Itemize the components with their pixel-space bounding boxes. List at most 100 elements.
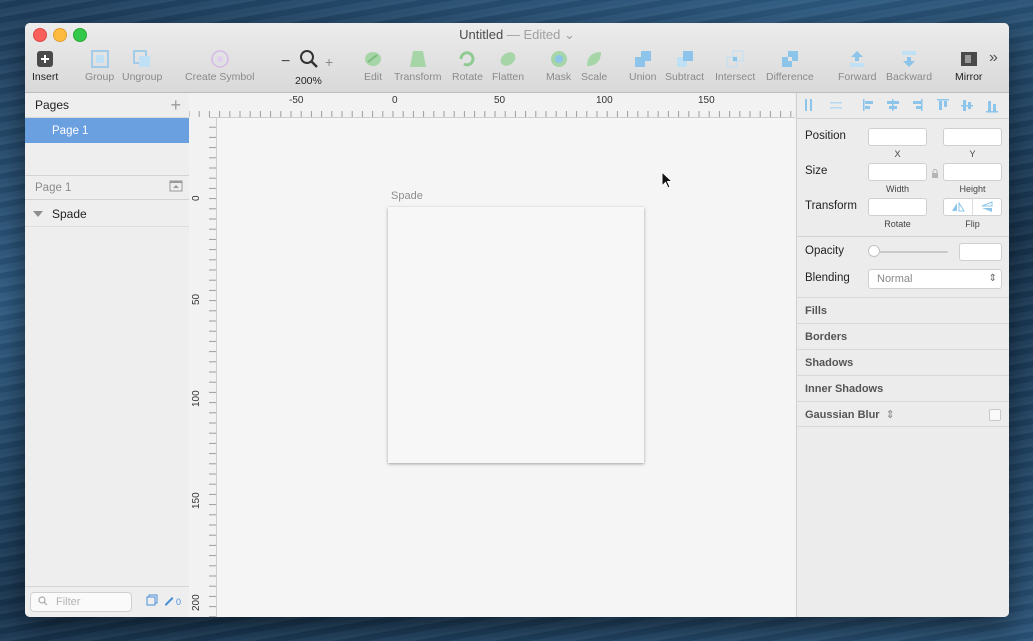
gaussian-blur-section[interactable]: Gaussian Blur ⇕ bbox=[797, 401, 1009, 427]
inspector-divider bbox=[797, 236, 1009, 237]
zoom-in-button[interactable]: + bbox=[325, 54, 333, 70]
x-field[interactable] bbox=[868, 128, 927, 146]
backward-icon bbox=[899, 49, 919, 69]
y-field[interactable] bbox=[943, 128, 1002, 146]
mirror-icon bbox=[959, 49, 979, 69]
fills-section[interactable]: Fills bbox=[797, 297, 1009, 323]
forward-button[interactable]: Forward bbox=[838, 49, 877, 83]
forward-label: Forward bbox=[838, 71, 877, 83]
layer-item[interactable]: Spade bbox=[25, 201, 189, 227]
page-item[interactable]: Page 1 bbox=[25, 118, 189, 143]
insert-icon bbox=[35, 49, 55, 69]
intersect-button[interactable]: Intersect bbox=[715, 49, 755, 83]
width-field[interactable] bbox=[868, 163, 927, 181]
scale-button[interactable]: Scale bbox=[581, 49, 607, 83]
ruler-label: 150 bbox=[698, 95, 715, 106]
lock-icon[interactable] bbox=[931, 166, 939, 184]
opacity-label: Opacity bbox=[805, 245, 844, 257]
opacity-slider-track[interactable] bbox=[872, 251, 948, 253]
height-field[interactable] bbox=[943, 163, 1002, 181]
y-label: Y bbox=[969, 149, 976, 159]
transform-label: Transform bbox=[805, 200, 857, 212]
subtract-button[interactable]: Subtract bbox=[665, 49, 704, 83]
zoom-out-button[interactable]: − bbox=[281, 53, 295, 71]
flip-vertical-icon[interactable] bbox=[973, 199, 1001, 215]
zoom-control: − + bbox=[281, 49, 333, 74]
scale-label: Scale bbox=[581, 71, 608, 83]
pages-layers-sidebar: Pages + Page 1 Page 1 Spade Filter 0 bbox=[25, 93, 190, 617]
gaussian-blur-checkbox[interactable] bbox=[989, 409, 1001, 421]
mask-icon bbox=[549, 49, 569, 69]
union-icon bbox=[633, 49, 653, 69]
rotate-label: Rotate bbox=[884, 219, 911, 229]
symbols-filter-icon[interactable] bbox=[146, 593, 159, 611]
document-name: Untitled bbox=[459, 27, 504, 42]
backward-button[interactable]: Backward bbox=[886, 49, 932, 83]
pages-header: Pages + bbox=[25, 93, 189, 118]
edited-count: 0 bbox=[176, 597, 182, 607]
borders-section[interactable]: Borders bbox=[797, 323, 1009, 349]
insert-button[interactable]: Insert bbox=[32, 49, 58, 83]
edit-icon bbox=[363, 49, 383, 69]
ruler-label: 200 bbox=[191, 594, 202, 611]
transform-button[interactable]: Transform bbox=[394, 49, 441, 83]
filter-input[interactable]: Filter bbox=[30, 592, 132, 612]
artboard[interactable] bbox=[388, 207, 644, 463]
union-button[interactable]: Union bbox=[629, 49, 656, 83]
flatten-button[interactable]: Flatten bbox=[492, 49, 524, 83]
inner-shadows-section[interactable]: Inner Shadows bbox=[797, 375, 1009, 401]
add-page-button[interactable]: + bbox=[170, 96, 181, 114]
current-page-label: Page 1 bbox=[35, 181, 72, 194]
group-icon bbox=[90, 49, 110, 69]
filter-bar: Filter 0 bbox=[25, 586, 189, 617]
top-ruler[interactable]: -50 0 50 100 150 bbox=[189, 93, 795, 118]
x-label: X bbox=[894, 149, 901, 159]
edited-layers-icon[interactable] bbox=[163, 593, 175, 611]
rotate-field[interactable] bbox=[868, 198, 927, 216]
shadows-section[interactable]: Shadows bbox=[797, 349, 1009, 375]
edit-button[interactable]: Edit bbox=[363, 49, 383, 83]
mirror-button[interactable]: Mirror bbox=[955, 49, 982, 83]
blending-value: Normal bbox=[877, 273, 913, 285]
insert-label: Insert bbox=[32, 71, 59, 83]
gaussian-blur-label: Gaussian Blur bbox=[805, 409, 880, 421]
ruler-label: 100 bbox=[596, 95, 613, 106]
ungroup-icon bbox=[132, 49, 152, 69]
canvas[interactable]: Spade bbox=[217, 118, 796, 617]
symbol-icon bbox=[210, 49, 230, 69]
rotate-button[interactable]: Rotate bbox=[452, 49, 483, 83]
artboard-title[interactable]: Spade bbox=[391, 190, 423, 202]
difference-icon bbox=[780, 49, 800, 69]
flatten-icon bbox=[498, 49, 518, 69]
subtract-icon bbox=[675, 49, 695, 69]
edit-label: Edit bbox=[363, 71, 383, 83]
toolbar: Untitled — Edited ⌄ Insert Group Ungroup… bbox=[25, 23, 1009, 93]
ruler-label: 100 bbox=[191, 390, 202, 407]
export-icon[interactable] bbox=[169, 180, 183, 195]
ruler-label: 0 bbox=[191, 195, 202, 201]
opacity-field[interactable] bbox=[959, 243, 1002, 261]
create-symbol-button[interactable]: Create Symbol bbox=[185, 49, 254, 83]
window-title[interactable]: Untitled — Edited ⌄ bbox=[25, 27, 1009, 43]
group-button[interactable]: Group bbox=[85, 49, 114, 83]
blending-select[interactable]: Normal ⇕ bbox=[868, 269, 1002, 289]
difference-button[interactable]: Difference bbox=[766, 49, 814, 83]
disclosure-triangle-icon[interactable] bbox=[33, 210, 43, 217]
chevron-down-icon: ⌄ bbox=[563, 27, 575, 42]
alignment-icons bbox=[805, 99, 998, 113]
flip-horizontal-icon[interactable] bbox=[944, 199, 973, 215]
chevron-updown-icon[interactable]: ⇕ bbox=[886, 409, 895, 421]
size-label: Size bbox=[805, 165, 828, 177]
transform-label: Transform bbox=[394, 71, 442, 83]
app-window: Untitled — Edited ⌄ Insert Group Ungroup… bbox=[25, 23, 1009, 617]
mask-button[interactable]: Mask bbox=[546, 49, 571, 83]
more-tools-button[interactable]: » bbox=[989, 49, 998, 67]
left-ruler[interactable]: 0 50 100 150 200 bbox=[189, 117, 217, 617]
opacity-slider-thumb[interactable] bbox=[868, 245, 880, 257]
mirror-label: Mirror bbox=[955, 71, 983, 83]
mask-label: Mask bbox=[546, 71, 572, 83]
ungroup-button[interactable]: Ungroup bbox=[122, 49, 162, 83]
transform-icon bbox=[408, 49, 428, 69]
flip-control bbox=[943, 198, 1002, 216]
inspector-panel: Position X Y Size Width Height Transform… bbox=[796, 93, 1009, 617]
